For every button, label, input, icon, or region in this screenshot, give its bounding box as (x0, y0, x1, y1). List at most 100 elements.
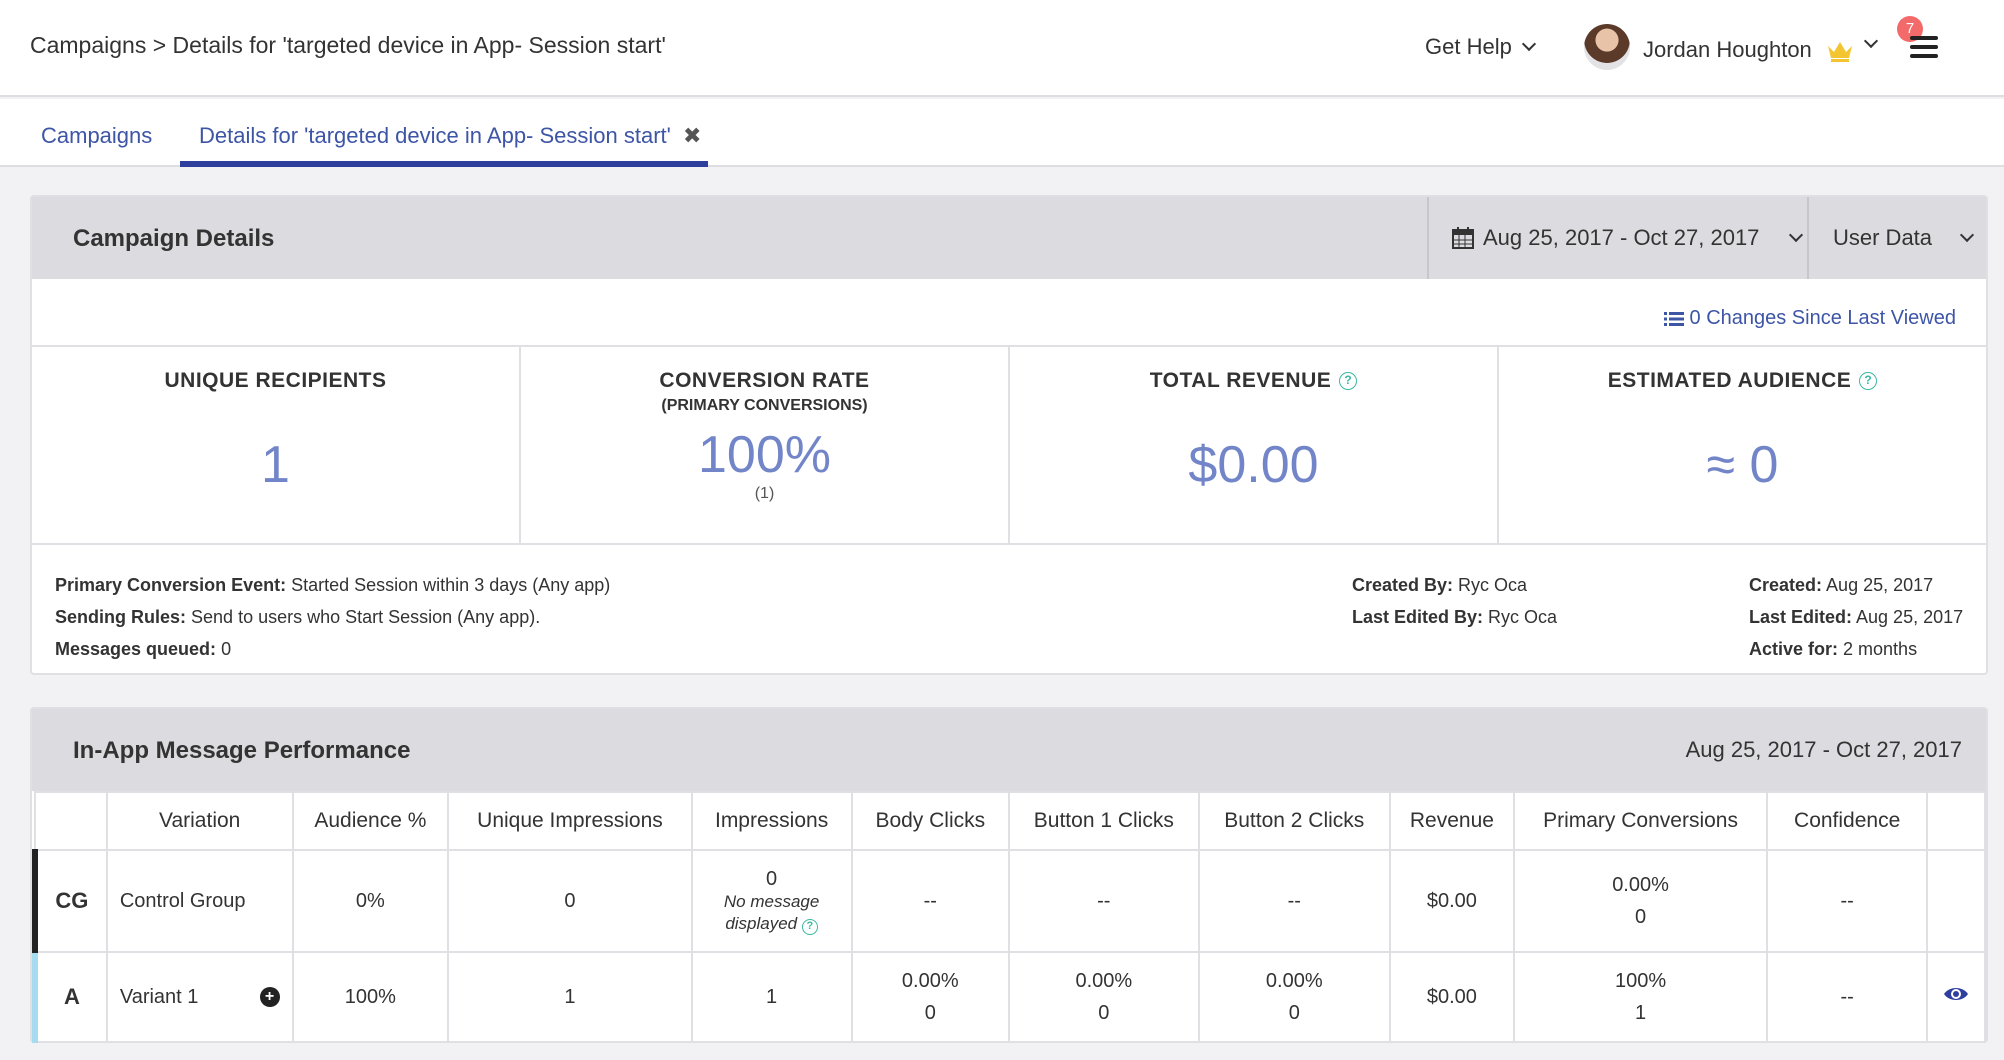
stat-label: CONVERSION RATE (659, 369, 870, 392)
campaign-details-title: Campaign Details (73, 225, 275, 252)
performance-date-range: Aug 25, 2017 - Oct 27, 2017 (1685, 737, 1962, 762)
chevron-down-icon (1959, 227, 1975, 243)
user-name[interactable]: Jordan Houghton (1643, 37, 1812, 63)
help-icon[interactable]: ? (1859, 372, 1878, 390)
primary-conversions: 100% 1 (1512, 951, 1769, 1043)
button2-clicks: -- (1197, 849, 1392, 953)
stat-label-wrap: TOTAL REVENUE ? (1150, 369, 1358, 393)
tab-campaign-details[interactable]: Details for 'targeted device in App- Ses… (199, 123, 671, 149)
stat-unique-recipients: UNIQUE RECIPIENTS 1 (32, 347, 521, 543)
chevron-down-icon (1521, 36, 1536, 52)
date-range-label: Aug 25, 2017 - Oct 27, 2017 (1483, 225, 1760, 250)
stat-value: 1 (261, 436, 290, 494)
hamburger-menu-icon[interactable] (1910, 36, 1938, 58)
column-header[interactable]: Unique Impressions (447, 791, 693, 851)
crown-icon (1828, 42, 1852, 62)
active-tab-indicator (180, 161, 708, 167)
help-icon[interactable]: ? (1339, 372, 1358, 390)
changes-label: 0 Changes Since Last Viewed (1689, 307, 1956, 329)
row-actions (1926, 849, 1986, 953)
add-variant-icon[interactable]: + (259, 987, 280, 1007)
last-edited-by: Last Edited By: Ryc Oca (1352, 607, 1558, 627)
column-header[interactable]: Primary Conversions (1512, 791, 1769, 851)
impressions-cell: 0 No message displayed ? (690, 849, 853, 953)
campaign-details-panel: Campaign Details Aug 25, 2017 - Oct 27, … (30, 195, 1988, 675)
avatar[interactable] (1584, 24, 1630, 70)
performance-table: Variation Audience % Unique Impressions … (32, 791, 1986, 1043)
campaign-meta-mid: Created By: Ryc Oca Last Edited By: Ryc … (1352, 569, 1557, 633)
stat-label-wrap: ESTIMATED AUDIENCE ? (1608, 369, 1878, 393)
tab-campaigns[interactable]: Campaigns (41, 123, 152, 149)
column-header[interactable]: Button 2 Clicks (1197, 791, 1392, 851)
body-clicks: 0.00% 0 (850, 951, 1011, 1043)
top-bar: Campaigns > Details for 'targeted device… (0, 0, 2004, 97)
stat-label: ESTIMATED AUDIENCE (1607, 369, 1852, 392)
stat-value: ≈ 0 (1706, 436, 1779, 494)
stat-total-revenue: TOTAL REVENUE ? $0.00 (1010, 347, 1499, 543)
performance-header: In-App Message Performance Aug 25, 2017 … (32, 709, 1986, 791)
created-by: Created By: Ryc Oca (1352, 575, 1528, 595)
created-date: Created: Aug 25, 2017 (1749, 575, 1934, 595)
column-header[interactable]: Audience % (291, 791, 450, 851)
tab-bar: Campaigns Details for 'targeted device i… (0, 99, 2004, 167)
active-for: Active for: 2 months (1749, 639, 1918, 659)
column-header[interactable]: Button 1 Clicks (1008, 791, 1200, 851)
stat-label: UNIQUE RECIPIENTS (164, 369, 387, 392)
calendar-icon (1452, 227, 1474, 249)
row-actions (1926, 951, 1986, 1043)
stat-estimated-audience: ESTIMATED AUDIENCE ? ≈ 0 (1499, 347, 1986, 543)
date-range-select[interactable]: Aug 25, 2017 - Oct 27, 2017 (1427, 197, 1807, 279)
table-header-row: Variation Audience % Unique Impressions … (34, 791, 1986, 851)
stat-count: (1) (754, 485, 775, 502)
impressions: 0 (766, 867, 778, 890)
campaign-details-header: Campaign Details Aug 25, 2017 - Oct 27, … (32, 197, 1986, 279)
in-app-performance-panel: In-App Message Performance Aug 25, 2017 … (30, 707, 1988, 1043)
list-icon (1663, 311, 1684, 326)
performance-title: In-App Message Performance (73, 737, 411, 764)
help-icon[interactable]: ? (801, 918, 818, 935)
user-data-select[interactable]: User Data (1807, 197, 1990, 279)
sending-rules: Sending Rules: Send to users who Start S… (55, 607, 541, 627)
stats-row: UNIQUE RECIPIENTS 1 CONVERSION RATE (PRI… (32, 345, 1986, 545)
last-edited-date: Last Edited: Aug 25, 2017 (1749, 607, 1964, 627)
get-help-dropdown[interactable]: Get Help (1425, 34, 1536, 60)
revenue: $0.00 (1389, 849, 1515, 953)
campaign-meta-right: Created: Aug 25, 2017 Last Edited: Aug 2… (1749, 569, 1963, 665)
variation-name: Control Group (105, 849, 294, 953)
variant-id: CG (32, 849, 108, 953)
variation-name: Variant 1 (119, 985, 199, 1008)
button1-clicks: 0.00% 0 (1008, 951, 1200, 1043)
get-help-label: Get Help (1425, 34, 1512, 59)
close-tab-icon[interactable]: ✖ (683, 123, 701, 149)
column-header[interactable]: Body Clicks (850, 791, 1011, 851)
primary-conversions: 0.00% 0 (1512, 849, 1769, 953)
unique-impressions: 0 (447, 849, 693, 953)
changes-since-last-viewed-link[interactable]: 0 Changes Since Last Viewed (1663, 307, 1956, 330)
table-row: CG Control Group 0% 0 0 No message displ… (32, 849, 1986, 953)
stat-conversion-rate: CONVERSION RATE (PRIMARY CONVERSIONS) 10… (521, 347, 1010, 543)
variation-cell: Variant 1 + (105, 951, 294, 1043)
audience-percent: 100% (291, 951, 450, 1043)
primary-conversion-event: Primary Conversion Event: Started Sessio… (55, 575, 611, 595)
unique-impressions: 1 (447, 951, 693, 1043)
column-header[interactable]: Impressions (690, 791, 853, 851)
confidence: -- (1766, 951, 1929, 1043)
column-header (34, 791, 108, 851)
column-header[interactable]: Revenue (1389, 791, 1515, 851)
impressions: 1 (690, 951, 853, 1043)
variant-id: A (32, 951, 108, 1043)
column-header (1926, 791, 1986, 851)
column-header[interactable]: Confidence (1766, 791, 1929, 851)
button2-clicks: 0.00% 0 (1197, 951, 1392, 1043)
impressions-note: No message displayed ? (723, 891, 820, 935)
confidence: -- (1766, 849, 1929, 953)
eye-icon[interactable] (1943, 985, 1969, 1003)
revenue: $0.00 (1389, 951, 1515, 1043)
stat-value: $0.00 (1188, 436, 1319, 494)
breadcrumb[interactable]: Campaigns > Details for 'targeted device… (30, 32, 666, 59)
chevron-down-icon (1789, 227, 1804, 243)
column-header[interactable]: Variation (105, 791, 294, 851)
user-chevron-down-icon[interactable] (1863, 33, 1879, 49)
stat-label: TOTAL REVENUE (1149, 369, 1332, 392)
audience-percent: 0% (291, 849, 450, 953)
